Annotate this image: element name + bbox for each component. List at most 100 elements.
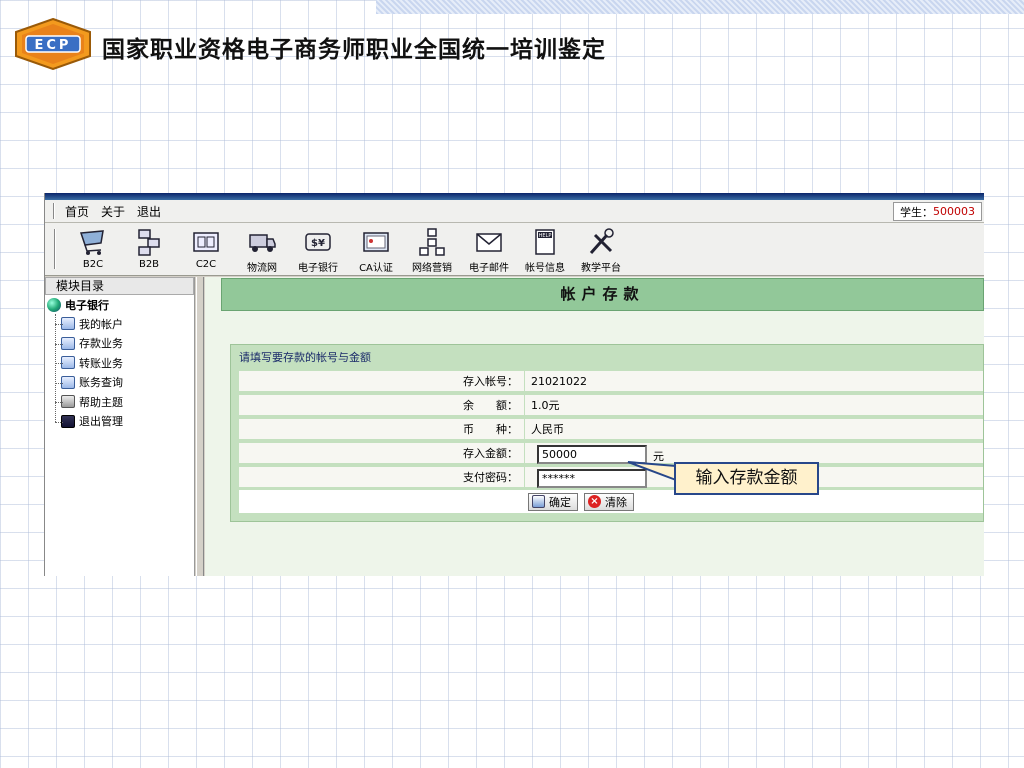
sidebar: 模块目录 电子银行 我的帐户 存款业务 转账业务 账务查询 帮助主题 退出管理 [45, 277, 195, 576]
toolbar-label: 电子银行 [298, 263, 338, 274]
toolbar-ebank[interactable]: $¥ 电子银行 [288, 227, 348, 274]
toolbar-label: CA认证 [359, 263, 393, 274]
toolbar-label: 电子邮件 [469, 263, 509, 274]
slide-title: 国家职业资格电子商务师职业全国统一培训鉴定 [102, 37, 606, 63]
sidebar-item-label: 转账业务 [79, 356, 123, 370]
main-panel: 帐户存款 请填写要存款的帐号与金额 存入帐号： 21021022 余 额： 1.… [205, 277, 984, 576]
page-icon [61, 375, 75, 389]
menu-about[interactable]: 关于 [101, 203, 125, 220]
toolbar-label: 教学平台 [581, 263, 621, 274]
toolbar-label: B2B [138, 259, 160, 270]
browser-screenshot: 首页 关于 退出 学生： 500003 B2C B2B C2C 物流网 $¥ 电… [44, 193, 984, 576]
toolbar-account-info[interactable]: HELP 帐号信息 [515, 227, 575, 274]
toolbar-teaching[interactable]: 教学平台 [571, 227, 631, 274]
menu-separator [53, 203, 55, 219]
content-area: 模块目录 电子银行 我的帐户 存款业务 转账业务 账务查询 帮助主题 退出管理 … [45, 277, 984, 576]
deposit-form: 请填写要存款的帐号与金额 存入帐号： 21021022 余 额： 1.0元 币 … [230, 344, 984, 522]
currency-label: 币 种： [239, 419, 525, 439]
confirm-button[interactable]: 确定 [528, 492, 578, 511]
shopping-cart-icon [79, 230, 104, 255]
clear-icon: × [588, 495, 601, 508]
payment-password-input[interactable]: ****** [537, 469, 647, 488]
module-toolbar: B2C B2B C2C 物流网 $¥ 电子银行 CA认证 网络营销 电子邮件 H… [45, 223, 984, 276]
sidebar-item-label: 帮助主题 [79, 395, 123, 409]
browser-title-bar [45, 193, 984, 200]
toolbar-b2c[interactable]: B2C [63, 227, 123, 270]
module-tree: 电子银行 我的帐户 存款业务 转账业务 账务查询 帮助主题 退出管理 [45, 295, 194, 431]
page-icon [61, 336, 75, 350]
menu-logout[interactable]: 退出 [137, 203, 161, 220]
page-icon [61, 317, 75, 331]
confirm-icon [532, 495, 545, 508]
clear-label: 清除 [605, 495, 627, 509]
frame-splitter[interactable] [196, 277, 204, 576]
sidebar-item-transfer[interactable]: 转账业务 [47, 353, 194, 373]
top-decoration-strip [376, 0, 1024, 14]
account-label: 存入帐号： [239, 371, 525, 391]
toolbar-email[interactable]: 电子邮件 [459, 227, 519, 274]
page-title: 帐户存款 [221, 278, 984, 311]
svg-text:HELP: HELP [539, 233, 552, 239]
student-label: 学生： [900, 205, 933, 219]
toolbar-separator [54, 229, 56, 269]
row-account: 存入帐号： 21021022 [239, 371, 983, 393]
clear-button[interactable]: × 清除 [584, 492, 634, 511]
toolbar-c2c[interactable]: C2C [176, 227, 236, 270]
sidebar-item-query[interactable]: 账务查询 [47, 373, 194, 393]
help-icon [61, 395, 75, 409]
sidebar-item-help[interactable]: 帮助主题 [47, 392, 194, 412]
toolbar-label: 帐号信息 [525, 263, 565, 274]
hierarchy-icon [419, 228, 445, 256]
sidebar-item-label: 我的帐户 [79, 317, 123, 331]
menu-home[interactable]: 首页 [65, 203, 89, 220]
annotation-callout: 输入存款金额 [674, 462, 819, 495]
balance-value: 1.0元 [531, 399, 560, 412]
row-currency: 币 种： 人民币 [239, 419, 983, 441]
row-password: 支付密码： ****** [239, 467, 983, 489]
mail-icon [476, 233, 502, 252]
svg-text:$¥: $¥ [311, 238, 325, 249]
exit-icon [61, 414, 75, 428]
tree-root-ebank[interactable]: 电子银行 [47, 295, 194, 314]
student-badge: 学生： 500003 [893, 202, 982, 221]
toolbar-label: C2C [195, 259, 217, 270]
button-row: 确定 × 清除 [239, 490, 983, 513]
sidebar-item-label: 存款业务 [79, 337, 123, 351]
balance-label: 余 额： [239, 395, 525, 415]
amount-cell: 50000 元 [525, 443, 983, 464]
users-icon [193, 232, 219, 252]
toolbar-label: 物流网 [247, 263, 277, 274]
sidebar-item-label: 账务查询 [79, 376, 123, 390]
password-label: 支付密码： [239, 467, 525, 487]
toolbar-logistics[interactable]: 物流网 [232, 227, 292, 274]
page-icon [61, 356, 75, 370]
globe-icon [47, 297, 61, 312]
certificate-icon [363, 232, 389, 252]
sidebar-item-label: 退出管理 [79, 415, 123, 429]
deposit-amount-input[interactable]: 50000 [537, 445, 647, 464]
row-balance: 余 额： 1.0元 [239, 395, 983, 417]
row-amount: 存入金额： 50000 元 [239, 443, 983, 465]
amount-label: 存入金额： [239, 443, 525, 463]
confirm-label: 确定 [549, 495, 571, 509]
network-icon [138, 229, 160, 256]
toolbar-b2b[interactable]: B2B [119, 227, 179, 270]
tree-root-label: 电子银行 [65, 298, 109, 312]
sidebar-item-my-account[interactable]: 我的帐户 [47, 314, 194, 334]
ecp-logo: ECP [15, 18, 91, 70]
sidebar-item-deposit[interactable]: 存款业务 [47, 334, 194, 354]
toolbar-ca[interactable]: CA认证 [346, 227, 406, 274]
help-book-icon: HELP [535, 229, 555, 255]
logo-text: ECP [35, 38, 72, 53]
account-value: 21021022 [531, 375, 587, 388]
sidebar-header: 模块目录 [45, 277, 194, 295]
money-icon: $¥ [305, 233, 331, 251]
sidebar-item-exit[interactable]: 退出管理 [47, 412, 194, 432]
toolbar-label: 网络营销 [412, 263, 452, 274]
student-id: 500003 [933, 205, 975, 218]
toolbar-marketing[interactable]: 网络营销 [402, 227, 462, 274]
amount-unit: 元 [653, 450, 664, 463]
currency-value: 人民币 [531, 423, 564, 436]
form-title: 请填写要存款的帐号与金额 [239, 351, 371, 364]
menu-bar: 首页 关于 退出 学生： 500003 [45, 200, 984, 223]
